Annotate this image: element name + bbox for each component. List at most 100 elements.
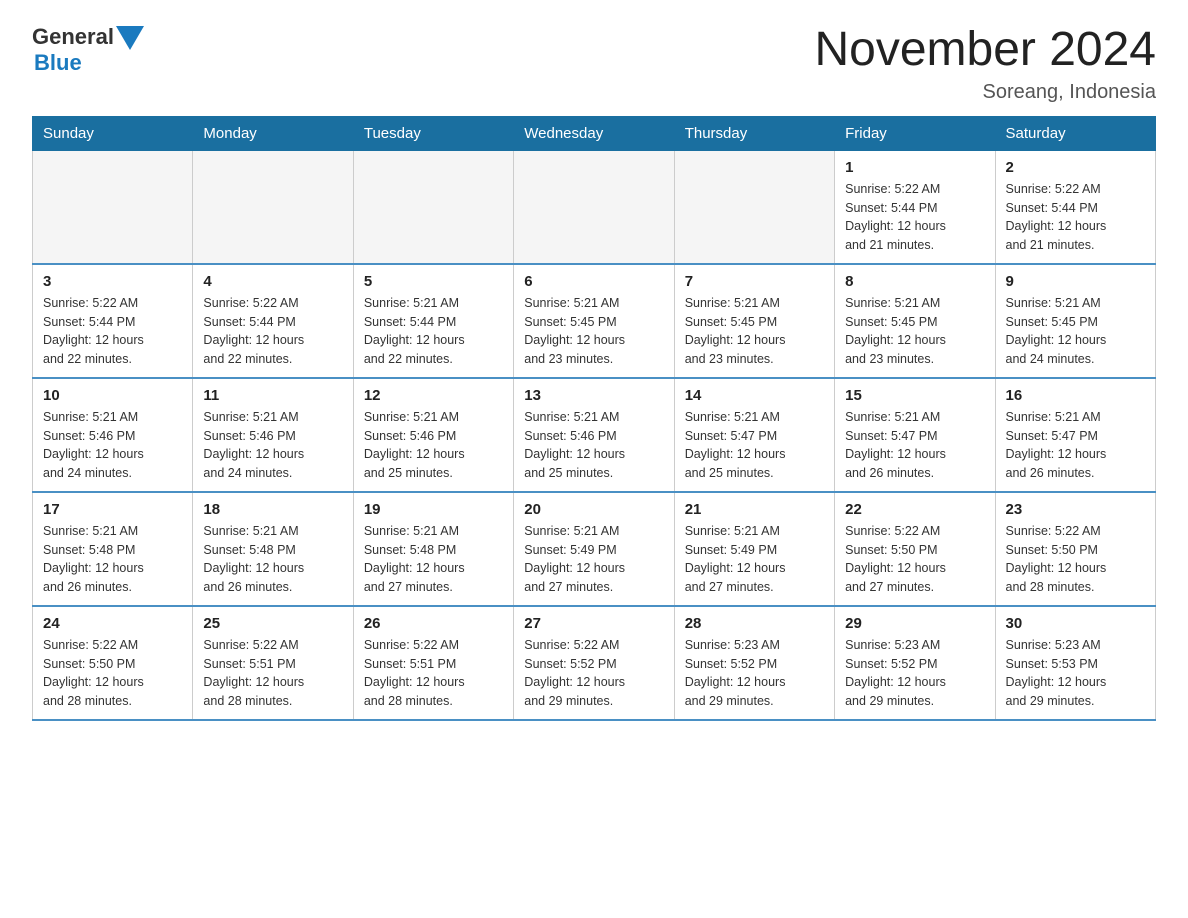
table-row: 27Sunrise: 5:22 AMSunset: 5:52 PMDayligh… [514, 606, 674, 720]
day-info: Sunrise: 5:22 AMSunset: 5:44 PMDaylight:… [845, 180, 984, 255]
day-info: Sunrise: 5:21 AMSunset: 5:47 PMDaylight:… [1006, 408, 1145, 483]
header-saturday: Saturday [995, 116, 1155, 150]
day-info: Sunrise: 5:21 AMSunset: 5:48 PMDaylight:… [43, 522, 182, 597]
day-number: 9 [1006, 273, 1145, 290]
table-row: 8 Sunrise: 5:21 AMSunset: 5:45 PMDaylight… [835, 264, 995, 378]
logo-blue-text: Blue [34, 50, 82, 76]
table-row [33, 150, 193, 264]
header-friday: Friday [835, 116, 995, 150]
day-info: Sunrise: 5:22 AMSunset: 5:50 PMDaylight:… [43, 636, 182, 711]
day-number: 2 [1006, 159, 1145, 176]
location-subtitle: Soreang, Indonesia [814, 81, 1156, 104]
day-number: 3 [43, 273, 182, 290]
day-info: Sunrise: 5:21 AMSunset: 5:45 PMDaylight:… [845, 294, 984, 369]
table-row: 5Sunrise: 5:21 AMSunset: 5:44 PMDaylight… [353, 264, 513, 378]
table-row: 28 Sunrise: 5:23 AMSunset: 5:52 PMDayligh… [674, 606, 834, 720]
calendar-body: 1 Sunrise: 5:22 AMSunset: 5:44 PMDaylight… [33, 150, 1156, 720]
table-row: 12 Sunrise: 5:21 AMSunset: 5:46 PMDayligh… [353, 378, 513, 492]
day-info: Sunrise: 5:21 AMSunset: 5:48 PMDaylight:… [364, 522, 503, 597]
day-info: Sunrise: 5:21 AMSunset: 5:46 PMDaylight:… [203, 408, 342, 483]
day-info: Sunrise: 5:21 AMSunset: 5:45 PMDaylight:… [1006, 294, 1145, 369]
table-row: 24Sunrise: 5:22 AMSunset: 5:50 PMDayligh… [33, 606, 193, 720]
day-number: 19 [364, 501, 503, 518]
table-row: 29 Sunrise: 5:23 AMSunset: 5:52 PMDayligh… [835, 606, 995, 720]
table-row: 26Sunrise: 5:22 AMSunset: 5:51 PMDayligh… [353, 606, 513, 720]
day-number: 27 [524, 615, 663, 632]
day-info: Sunrise: 5:22 AMSunset: 5:50 PMDaylight:… [845, 522, 984, 597]
table-row: 25 Sunrise: 5:22 AMSunset: 5:51 PMDayligh… [193, 606, 353, 720]
day-number: 26 [364, 615, 503, 632]
day-info: Sunrise: 5:21 AMSunset: 5:46 PMDaylight:… [524, 408, 663, 483]
day-number: 29 [845, 615, 984, 632]
header-thursday: Thursday [674, 116, 834, 150]
table-row: 22 Sunrise: 5:22 AMSunset: 5:50 PMDayligh… [835, 492, 995, 606]
day-number: 22 [845, 501, 984, 518]
table-row: 3 Sunrise: 5:22 AMSunset: 5:44 PMDaylight… [33, 264, 193, 378]
table-row: 16Sunrise: 5:21 AMSunset: 5:47 PMDayligh… [995, 378, 1155, 492]
day-info: Sunrise: 5:21 AMSunset: 5:45 PMDaylight:… [524, 294, 663, 369]
header-tuesday: Tuesday [353, 116, 513, 150]
day-number: 1 [845, 159, 984, 176]
day-info: Sunrise: 5:22 AMSunset: 5:44 PMDaylight:… [43, 294, 182, 369]
table-row: 20 Sunrise: 5:21 AMSunset: 5:49 PMDayligh… [514, 492, 674, 606]
table-row: 18 Sunrise: 5:21 AMSunset: 5:48 PMDayligh… [193, 492, 353, 606]
day-number: 14 [685, 387, 824, 404]
header-wednesday: Wednesday [514, 116, 674, 150]
table-row [353, 150, 513, 264]
day-info: Sunrise: 5:22 AMSunset: 5:50 PMDaylight:… [1006, 522, 1145, 597]
day-info: Sunrise: 5:21 AMSunset: 5:48 PMDaylight:… [203, 522, 342, 597]
day-info: Sunrise: 5:22 AMSunset: 5:44 PMDaylight:… [1006, 180, 1145, 255]
table-row: 7 Sunrise: 5:21 AMSunset: 5:45 PMDaylight… [674, 264, 834, 378]
day-info: Sunrise: 5:21 AMSunset: 5:45 PMDaylight:… [685, 294, 824, 369]
table-row: 21 Sunrise: 5:21 AMSunset: 5:49 PMDayligh… [674, 492, 834, 606]
day-info: Sunrise: 5:21 AMSunset: 5:47 PMDaylight:… [685, 408, 824, 483]
logo-triangle-icon [116, 26, 144, 50]
table-row: 23 Sunrise: 5:22 AMSunset: 5:50 PMDayligh… [995, 492, 1155, 606]
day-info: Sunrise: 5:21 AMSunset: 5:46 PMDaylight:… [364, 408, 503, 483]
day-number: 20 [524, 501, 663, 518]
table-row: 1 Sunrise: 5:22 AMSunset: 5:44 PMDaylight… [835, 150, 995, 264]
day-info: Sunrise: 5:22 AMSunset: 5:51 PMDaylight:… [203, 636, 342, 711]
table-row: 19 Sunrise: 5:21 AMSunset: 5:48 PMDayligh… [353, 492, 513, 606]
table-row [193, 150, 353, 264]
month-title: November 2024 [814, 24, 1156, 77]
table-row: 11 Sunrise: 5:21 AMSunset: 5:46 PMDayligh… [193, 378, 353, 492]
day-number: 4 [203, 273, 342, 290]
day-number: 25 [203, 615, 342, 632]
table-row: 9 Sunrise: 5:21 AMSunset: 5:45 PMDaylight… [995, 264, 1155, 378]
day-number: 17 [43, 501, 182, 518]
day-number: 18 [203, 501, 342, 518]
day-number: 13 [524, 387, 663, 404]
day-info: Sunrise: 5:21 AMSunset: 5:46 PMDaylight:… [43, 408, 182, 483]
table-row [514, 150, 674, 264]
day-info: Sunrise: 5:23 AMSunset: 5:52 PMDaylight:… [685, 636, 824, 711]
table-row: 15Sunrise: 5:21 AMSunset: 5:47 PMDayligh… [835, 378, 995, 492]
day-number: 23 [1006, 501, 1145, 518]
day-number: 10 [43, 387, 182, 404]
table-row: 2 Sunrise: 5:22 AMSunset: 5:44 PMDaylight… [995, 150, 1155, 264]
day-number: 5 [364, 273, 503, 290]
day-info: Sunrise: 5:21 AMSunset: 5:49 PMDaylight:… [524, 522, 663, 597]
table-row: 17 Sunrise: 5:21 AMSunset: 5:48 PMDayligh… [33, 492, 193, 606]
day-info: Sunrise: 5:23 AMSunset: 5:52 PMDaylight:… [845, 636, 984, 711]
day-number: 30 [1006, 615, 1145, 632]
table-row: 10 Sunrise: 5:21 AMSunset: 5:46 PMDayligh… [33, 378, 193, 492]
logo-general-text: General [32, 24, 114, 50]
day-number: 28 [685, 615, 824, 632]
table-row: 13 Sunrise: 5:21 AMSunset: 5:46 PMDayligh… [514, 378, 674, 492]
day-number: 7 [685, 273, 824, 290]
page-header: General Blue November 2024 Soreang, Indo… [32, 24, 1156, 104]
day-number: 12 [364, 387, 503, 404]
day-info: Sunrise: 5:21 AMSunset: 5:49 PMDaylight:… [685, 522, 824, 597]
logo: General Blue [32, 24, 144, 76]
table-row: 14 Sunrise: 5:21 AMSunset: 5:47 PMDayligh… [674, 378, 834, 492]
calendar-table: Sunday Monday Tuesday Wednesday Thursday… [32, 116, 1156, 721]
header-sunday: Sunday [33, 116, 193, 150]
header-monday: Monday [193, 116, 353, 150]
day-number: 8 [845, 273, 984, 290]
calendar-header: Sunday Monday Tuesday Wednesday Thursday… [33, 116, 1156, 150]
day-info: Sunrise: 5:23 AMSunset: 5:53 PMDaylight:… [1006, 636, 1145, 711]
day-number: 21 [685, 501, 824, 518]
day-number: 11 [203, 387, 342, 404]
table-row [674, 150, 834, 264]
